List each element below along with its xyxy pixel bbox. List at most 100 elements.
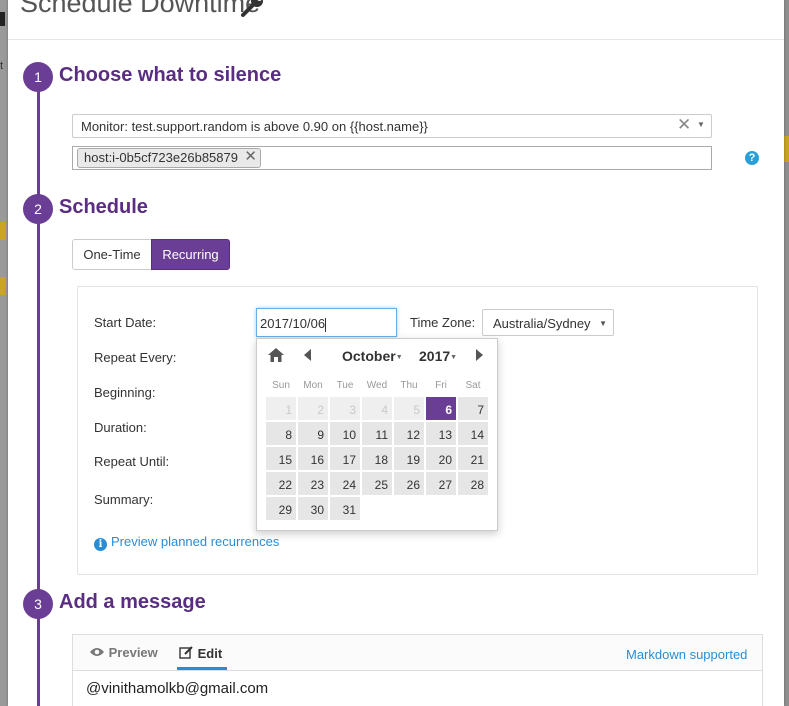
step-number-badge: 2 bbox=[23, 194, 53, 224]
scope-tag-input[interactable]: host:i-0b5cf723e26b85879 ✕ bbox=[72, 146, 712, 170]
calendar-day[interactable]: 7 bbox=[457, 396, 489, 421]
calendar-day[interactable]: 29 bbox=[265, 496, 297, 521]
calendar-day[interactable]: 10 bbox=[329, 421, 361, 446]
calendar-day[interactable]: 9 bbox=[297, 421, 329, 446]
calendar-day[interactable]: 25 bbox=[361, 471, 393, 496]
step-title-message: Add a message bbox=[59, 591, 206, 613]
calendar-day[interactable]: 20 bbox=[425, 446, 457, 471]
calendar-day[interactable]: 14 bbox=[457, 421, 489, 446]
start-date-value: 2017/10/06 bbox=[260, 316, 326, 331]
duration-label: Duration: bbox=[94, 420, 147, 435]
chevron-down-icon: ▼ bbox=[395, 353, 403, 361]
scope-tag-label: host:i-0b5cf723e26b85879 bbox=[84, 150, 238, 165]
time-zone-select[interactable]: Australia/Sydney ▼ bbox=[482, 309, 614, 336]
chevron-left-icon[interactable] bbox=[302, 348, 312, 362]
backdrop-warning-marker bbox=[0, 222, 6, 240]
recurring-toggle[interactable]: Recurring bbox=[151, 239, 230, 270]
message-editor: Preview Edit Markdown supported @vinitha… bbox=[72, 634, 763, 706]
step-title-silence: Choose what to silence bbox=[59, 64, 282, 86]
calendar-day[interactable]: 26 bbox=[393, 471, 425, 496]
weekday-header: Sun bbox=[272, 380, 290, 391]
monitor-select-value: Monitor: test.support.random is above 0.… bbox=[81, 119, 428, 134]
calendar-day[interactable]: 8 bbox=[265, 421, 297, 446]
chevron-down-icon: ▼ bbox=[450, 353, 458, 361]
wrench-icon bbox=[241, 0, 263, 17]
one-time-toggle[interactable]: One-Time bbox=[72, 239, 152, 270]
calendar-day[interactable]: 27 bbox=[425, 471, 457, 496]
weekday-header: Mon bbox=[303, 380, 323, 391]
calendar-month-select[interactable]: October▼ bbox=[342, 348, 403, 364]
clear-selection-icon[interactable]: ✕ bbox=[677, 115, 691, 135]
weekday-header: Tue bbox=[336, 380, 354, 391]
calendar-day-selected[interactable]: 6 bbox=[425, 396, 457, 421]
edit-icon bbox=[179, 646, 193, 659]
start-date-label: Start Date: bbox=[94, 315, 157, 330]
calendar-day[interactable]: 3 bbox=[329, 396, 361, 421]
weekday-header: Fri bbox=[435, 380, 447, 391]
calendar-day[interactable]: 2 bbox=[297, 396, 329, 421]
tab-preview-label: Preview bbox=[108, 645, 158, 660]
preview-recurrences-label: Preview planned recurrences bbox=[111, 534, 280, 549]
backdrop-text-fragment: t bbox=[0, 60, 4, 72]
calendar-day[interactable]: 21 bbox=[457, 446, 489, 471]
schedule-downtime-modal: Schedule Downtime 1 Choose what to silen… bbox=[8, 0, 784, 706]
summary-label: Summary: bbox=[94, 492, 154, 507]
calendar-year-label: 2017 bbox=[419, 348, 451, 364]
page-backdrop: t bbox=[0, 0, 8, 706]
question-icon[interactable]: ? bbox=[745, 151, 759, 165]
calendar-day[interactable]: 16 bbox=[297, 446, 329, 471]
scope-tag: host:i-0b5cf723e26b85879 ✕ bbox=[77, 148, 261, 168]
date-picker-calendar: October▼ 2017▼ Sun Mon Tue Wed Thu Fri S… bbox=[256, 338, 498, 531]
calendar-day[interactable]: 28 bbox=[457, 471, 489, 496]
calendar-day[interactable]: 5 bbox=[393, 396, 425, 421]
calendar-day[interactable]: 18 bbox=[361, 446, 393, 471]
calendar-year-select[interactable]: 2017▼ bbox=[419, 348, 457, 364]
calendar-day[interactable]: 11 bbox=[361, 421, 393, 446]
home-icon[interactable] bbox=[267, 347, 285, 363]
weekday-header: Sat bbox=[465, 380, 481, 391]
chevron-down-icon: ▼ bbox=[599, 319, 607, 328]
chevron-down-icon[interactable]: ▼ bbox=[697, 120, 705, 129]
monitor-select[interactable]: Monitor: test.support.random is above 0.… bbox=[72, 114, 712, 138]
calendar-day[interactable]: 15 bbox=[265, 446, 297, 471]
weekday-header: Wed bbox=[366, 380, 388, 391]
backdrop-warning-marker bbox=[0, 277, 6, 295]
calendar-day[interactable]: 4 bbox=[361, 396, 393, 421]
calendar-day[interactable]: 12 bbox=[393, 421, 425, 446]
calendar-month-label: October bbox=[342, 348, 396, 364]
remove-tag-icon[interactable]: ✕ bbox=[244, 148, 257, 166]
time-zone-value: Australia/Sydney bbox=[493, 316, 591, 331]
backdrop-dark-block bbox=[0, 12, 5, 26]
tab-preview[interactable]: Preview bbox=[89, 645, 158, 660]
backdrop-right-edge bbox=[784, 0, 789, 706]
calendar-day[interactable]: 19 bbox=[393, 446, 425, 471]
calendar-day[interactable]: 31 bbox=[329, 496, 361, 521]
time-zone-label: Time Zone: bbox=[410, 315, 476, 330]
eye-icon bbox=[90, 648, 104, 656]
preview-recurrences-link[interactable]: i Preview planned recurrences bbox=[94, 534, 279, 551]
calendar-day[interactable]: 13 bbox=[425, 421, 457, 446]
calendar-day[interactable]: 22 bbox=[265, 471, 297, 496]
step-number-badge: 1 bbox=[23, 62, 53, 92]
calendar-day[interactable]: 30 bbox=[297, 496, 329, 521]
active-tab-indicator bbox=[177, 667, 227, 670]
calendar-day[interactable]: 23 bbox=[297, 471, 329, 496]
repeat-until-label: Repeat Until: bbox=[94, 454, 170, 469]
text-cursor bbox=[325, 317, 327, 332]
modal-header: Schedule Downtime bbox=[8, 0, 784, 40]
start-date-input[interactable]: 2017/10/06 bbox=[256, 308, 397, 337]
calendar-day[interactable]: 1 bbox=[265, 396, 297, 421]
tab-edit[interactable]: Edit bbox=[179, 645, 222, 661]
message-editor-tabs: Preview Edit Markdown supported bbox=[73, 635, 762, 671]
calendar-day[interactable]: 17 bbox=[329, 446, 361, 471]
message-textarea[interactable]: @vinithamolkb@gmail.com bbox=[86, 680, 268, 697]
beginning-label: Beginning: bbox=[94, 385, 156, 400]
step-number-badge: 3 bbox=[23, 589, 53, 619]
chevron-right-icon[interactable] bbox=[475, 348, 485, 362]
step-title-schedule: Schedule bbox=[59, 196, 148, 218]
markdown-supported-link[interactable]: Markdown supported bbox=[626, 647, 747, 662]
calendar-day[interactable]: 24 bbox=[329, 471, 361, 496]
info-icon: i bbox=[94, 538, 107, 551]
repeat-every-label: Repeat Every: bbox=[94, 350, 177, 365]
weekday-header: Thu bbox=[400, 380, 418, 391]
